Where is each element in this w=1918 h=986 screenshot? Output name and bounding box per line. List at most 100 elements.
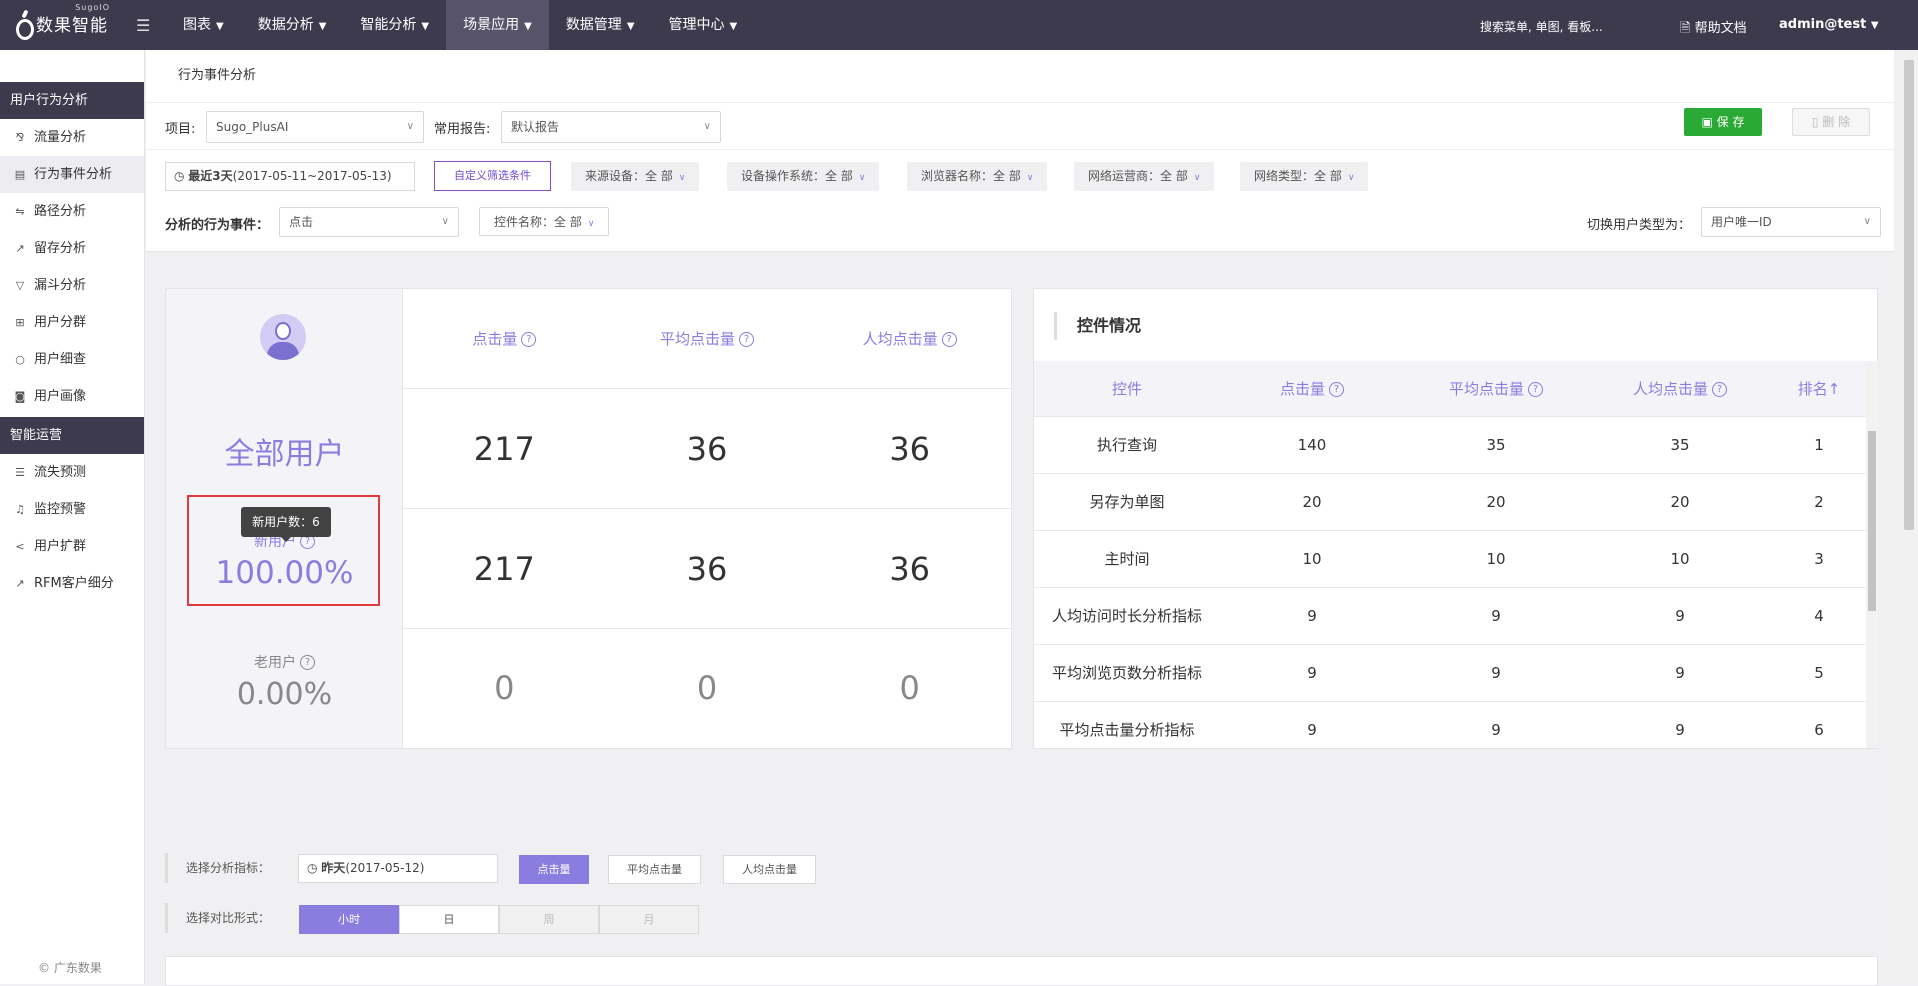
event-label: 分析的行为事件： <box>165 218 270 233</box>
doc-icon: 🗎 <box>1680 21 1695 36</box>
chevron-down-icon: ▼ <box>1870 20 1879 31</box>
report-select[interactable]: 默认报告 ∨ <box>501 111 721 143</box>
filter-browser[interactable]: 浏览器名称：全 部 ∨ <box>907 162 1048 191</box>
scrollbar-thumb[interactable] <box>1904 60 1914 530</box>
sidebar-item-funnel[interactable]: ▽ 漏斗分析 <box>0 267 144 304</box>
sidebar-item-user-portrait[interactable]: ◙ 用户画像 <box>0 378 144 415</box>
save-icon: ▣ <box>1701 115 1717 129</box>
chevron-down-icon: ▼ <box>421 21 430 32</box>
path-icon: ⇋ <box>15 205 25 218</box>
metric-clicks-button[interactable]: 点击量 <box>519 855 589 884</box>
nav-scenario-apps[interactable]: 场景应用 ▼ <box>446 0 549 50</box>
metric-per-user-clicks-button[interactable]: 人均点击量 <box>723 855 816 884</box>
traffic-icon: ⅋ <box>15 131 25 144</box>
granularity-month[interactable]: 月 <box>599 905 699 934</box>
retention-icon: ↗ <box>15 242 25 255</box>
user-type-select[interactable]: 用户唯一ID ∨ <box>1701 207 1881 237</box>
nav-admin-center[interactable]: 管理中心 ▼ <box>652 0 755 50</box>
summary-panel: 全部用户 新用户? 100.00% 新用户数：6 老用户? 0.00% 点击量?… <box>165 288 1012 749</box>
save-button[interactable]: ▣ 保 存 <box>1684 108 1762 136</box>
help-icon[interactable]: ? <box>521 332 537 347</box>
sidebar-item-expand[interactable]: < 用户扩群 <box>0 528 144 565</box>
nav-data-analysis[interactable]: 数据分析 ▼ <box>241 0 344 50</box>
granularity-hour[interactable]: 小时 <box>299 905 399 934</box>
scrollbar-thumb[interactable] <box>1868 431 1876 611</box>
project-select[interactable]: Sugo_PlusAI ∨ <box>206 111 424 143</box>
chevron-down-icon: ▼ <box>216 21 224 32</box>
metric-row-old: 0 0 0 <box>403 629 1011 748</box>
sidebar-item-churn[interactable]: ☰ 流失预测 <box>0 454 144 491</box>
nav-data-management[interactable]: 数据管理 ▼ <box>549 0 652 50</box>
col-clicks[interactable]: 点击量? <box>1220 361 1404 416</box>
clock-icon: ◷ <box>307 861 322 875</box>
controls-table: 控件 点击量? 平均点击量? 人均点击量? 排名↑ 执行查询 140 35 35 1 另… <box>1034 361 1866 748</box>
metric-value: 36 <box>686 430 728 468</box>
old-users-percent: 0.00% <box>236 677 333 712</box>
metric-value: 217 <box>473 430 535 468</box>
event-icon: ▤ <box>14 168 26 181</box>
chevron-down-icon: ▼ <box>626 21 635 32</box>
chevron-down-icon: ∨ <box>406 121 414 132</box>
sidebar-item-retention[interactable]: ↗ 留存分析 <box>0 230 144 267</box>
metric-avg-clicks-button[interactable]: 平均点击量 <box>608 855 701 884</box>
main-content: 行为事件分析 项目: Sugo_PlusAI ∨ 常用报告: 默认报告 ∨ ▣ 保 … <box>146 50 1894 986</box>
help-icon[interactable]: ? <box>300 655 315 670</box>
table-row: 主时间 10 10 10 3 <box>1034 531 1866 588</box>
menu-toggle-icon[interactable]: ☰ <box>136 16 150 35</box>
page-title: 行为事件分析 <box>146 50 1894 102</box>
delete-button[interactable]: ▯ 删 除 <box>1792 108 1870 136</box>
help-icon[interactable]: ? <box>1528 382 1543 397</box>
sidebar-item-user-detail[interactable]: ○ 用户细查 <box>0 341 144 378</box>
table-scrollbar[interactable] <box>1866 361 1878 748</box>
sidebar-item-rfm[interactable]: ↗ RFM客户细分 <box>0 565 144 602</box>
main-nav: 图表 ▼ 数据分析 ▼ 智能分析 ▼ 场景应用 ▼ 数据管理 ▼ 管理中心 ▼ <box>166 0 754 50</box>
chevron-down-icon: ∨ <box>1863 216 1871 227</box>
chevron-down-icon: ∨ <box>703 121 711 132</box>
help-icon[interactable]: ? <box>941 332 957 347</box>
help-icon[interactable]: ? <box>1712 382 1727 397</box>
help-docs-link[interactable]: 🗎 帮助文档 <box>1680 17 1747 41</box>
chevron-down-icon: ∨ <box>1193 173 1201 183</box>
sidebar-item-user-groups[interactable]: ⊞ 用户分群 <box>0 304 144 341</box>
all-users-label[interactable]: 全部用户 <box>166 429 403 473</box>
sidebar-item-monitor[interactable]: ♫ 监控预警 <box>0 491 144 528</box>
share-icon: < <box>15 540 25 553</box>
col-avg-clicks[interactable]: 平均点击量? <box>1404 361 1588 416</box>
date-range-picker[interactable]: ◷ 最近3天(2017-05-11~2017-05-13) <box>165 162 415 191</box>
filter-network-type[interactable]: 网络类型：全 部 ∨ <box>1240 162 1369 191</box>
event-select[interactable]: 点击 ∨ <box>279 207 459 237</box>
col-rank[interactable]: 排名↑ <box>1772 361 1866 416</box>
nav-charts[interactable]: 图表 ▼ <box>166 0 241 50</box>
filter-carrier[interactable]: 网络运营商：全 部 ∨ <box>1074 162 1215 191</box>
help-icon[interactable]: ? <box>1329 382 1344 397</box>
col-per-user-clicks[interactable]: 人均点击量? <box>1588 361 1772 416</box>
sidebar-item-path[interactable]: ⇋ 路径分析 <box>0 193 144 230</box>
brand-logo[interactable]: 数果智能 SugoIO <box>14 3 109 40</box>
chevron-down-icon: ▼ <box>318 21 327 32</box>
page-scrollbar[interactable] <box>1900 50 1918 984</box>
filter-source-device[interactable]: 来源设备：全 部 ∨ <box>571 162 700 191</box>
user-segment-column: 全部用户 新用户? 100.00% 新用户数：6 老用户? 0.00% <box>166 289 403 748</box>
chevron-down-icon: ∨ <box>1347 173 1355 183</box>
user-menu[interactable]: admin@test ▼ <box>1779 17 1879 32</box>
filter-control-name[interactable]: 控件名称：全 部 ∨ <box>479 207 610 236</box>
table-row: 平均浏览页数分析指标 9 9 9 5 <box>1034 645 1866 702</box>
metric-value: 36 <box>889 430 931 468</box>
search-icon: ○ <box>15 353 25 366</box>
sidebar-item-traffic[interactable]: ⅋ 流量分析 <box>0 119 144 156</box>
global-search[interactable]: 搜索菜单, 单图, 看板... <box>1480 18 1603 35</box>
nav-smart-analysis[interactable]: 智能分析 ▼ <box>343 0 446 50</box>
new-users-percent: 100.00% <box>215 555 354 591</box>
new-users-tooltip: 新用户数：6 <box>241 507 331 542</box>
col-control[interactable]: 控件 <box>1034 361 1220 416</box>
help-icon[interactable]: ? <box>739 332 755 347</box>
granularity-day[interactable]: 日 <box>399 905 499 934</box>
filter-os[interactable]: 设备操作系统：全 部 ∨ <box>727 162 880 191</box>
granularity-week[interactable]: 周 <box>499 905 599 934</box>
copyright: © 广东数果 <box>38 961 102 975</box>
old-users-label[interactable]: 老用户? <box>166 652 403 672</box>
sidebar-item-event-analysis[interactable]: ▤ 行为事件分析 <box>0 156 144 193</box>
single-date-picker[interactable]: ◷ 昨天(2017-05-12) <box>298 854 498 883</box>
report-label: 常用报告: <box>434 122 491 137</box>
custom-filter-button[interactable]: 自定义筛选条件 <box>434 161 551 191</box>
